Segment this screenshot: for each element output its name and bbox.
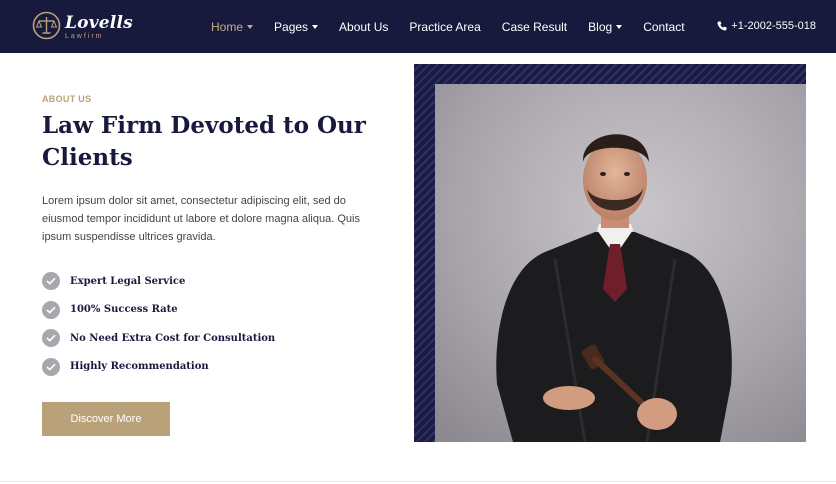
nav-item-blog[interactable]: Blog	[588, 20, 623, 34]
brand-logo[interactable]: Lovells Lawfirm	[32, 11, 142, 43]
check-circle-icon	[42, 300, 60, 319]
chevron-down-icon	[312, 24, 319, 29]
feature-item: Expert Legal Service	[42, 272, 275, 290]
phone-number: +1-2002-555-018	[731, 20, 816, 32]
nav-item-case-result[interactable]: Case Result	[502, 20, 567, 34]
feature-item: 100% Success Rate	[42, 300, 275, 319]
section-eyebrow: ABOUT US	[42, 94, 92, 104]
nav-item-contact[interactable]: Contact	[643, 20, 684, 34]
section-description: Lorem ipsum dolor sit amet, consectetur …	[42, 195, 360, 243]
section-title: Law Firm Devoted to Our Clients	[42, 112, 366, 171]
scales-of-justice-icon	[32, 11, 61, 40]
feature-label: Expert Legal Service	[70, 275, 186, 287]
check-circle-icon	[42, 272, 60, 290]
nav-item-about-us[interactable]: About Us	[339, 20, 388, 34]
top-navbar: Lovells Lawfirm Home Pages About Us Prac…	[0, 0, 836, 53]
feature-item: No Need Extra Cost for Consultation	[42, 329, 275, 347]
discover-more-button[interactable]: Discover More	[42, 402, 170, 436]
chevron-down-icon	[247, 24, 254, 29]
feature-list: Expert Legal Service 100% Success Rate N…	[42, 272, 275, 386]
chevron-down-icon	[616, 24, 623, 29]
main-menu: Home Pages About Us Practice Area Case R…	[211, 0, 706, 53]
nav-item-pages[interactable]: Pages	[274, 20, 319, 34]
nav-item-practice-area[interactable]: Practice Area	[409, 20, 480, 34]
phone-icon	[717, 21, 727, 31]
brand-name: Lovells	[65, 13, 133, 33]
brand-tagline: Lawfirm	[65, 33, 104, 40]
nav-item-home[interactable]: Home	[211, 20, 254, 34]
feature-label: 100% Success Rate	[70, 304, 178, 315]
check-circle-icon	[42, 357, 60, 376]
feature-label: Highly Recommendation	[70, 361, 209, 372]
feature-item: Highly Recommendation	[42, 357, 275, 376]
phone-contact[interactable]: +1-2002-555-018	[717, 20, 816, 32]
section-divider	[0, 481, 836, 482]
lawyer-photo	[435, 84, 806, 442]
feature-label: No Need Extra Cost for Consultation	[70, 332, 276, 344]
check-circle-icon	[42, 329, 60, 347]
